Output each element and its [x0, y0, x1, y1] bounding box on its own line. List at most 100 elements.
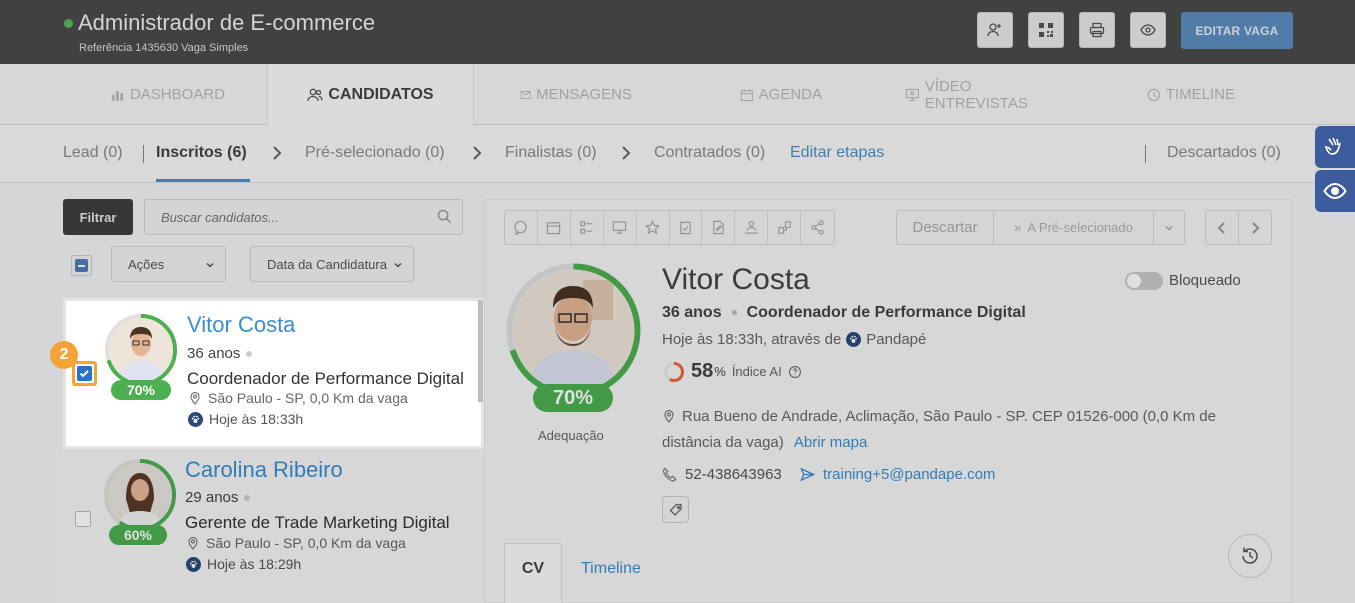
filter-button[interactable]: Filtrar	[63, 199, 133, 235]
candidate-date: Hoje às 18:33h	[188, 411, 303, 427]
detail-candidate-name: Vitor Costa	[662, 263, 810, 296]
help-icon[interactable]	[788, 365, 802, 379]
send-icon	[800, 467, 815, 482]
match-badge: 70%	[111, 380, 171, 400]
blocked-label: Bloqueado	[1169, 272, 1241, 289]
stage-descartados[interactable]: Descartados (0)	[1167, 144, 1281, 162]
edit-stages-link[interactable]: Editar etapas	[790, 144, 884, 162]
video-interview-button[interactable]	[604, 211, 637, 244]
form-button[interactable]	[571, 211, 604, 244]
detail-email[interactable]: training+5@pandape.com	[800, 466, 995, 483]
dot-separator	[246, 351, 253, 358]
edit-job-button[interactable]: EDITAR VAGA	[1181, 12, 1293, 49]
accessibility-view-button[interactable]	[1315, 170, 1355, 212]
blocked-toggle[interactable]	[1125, 272, 1163, 290]
status-dot	[64, 19, 73, 28]
stage-pre-selecionado[interactable]: Pré-selecionado (0)	[305, 144, 445, 162]
chevron-right-icon	[622, 146, 631, 160]
detail-meta: 36 anos Coordenador de Performance Digita…	[662, 304, 1026, 322]
print-button[interactable]	[1079, 12, 1115, 48]
candidate-role: Coordenador de Performance Digital	[187, 369, 464, 388]
tab-timeline[interactable]: TIMELINE	[1147, 64, 1235, 125]
qr-code-button[interactable]	[1028, 12, 1064, 48]
pandape-icon	[846, 332, 862, 347]
candidate-checkbox-highlight[interactable]	[72, 361, 97, 386]
stage-finalistas[interactable]: Finalistas (0)	[505, 144, 597, 162]
schedule-button[interactable]	[538, 211, 571, 244]
candidate-name[interactable]: Vitor Costa	[187, 312, 295, 338]
share-button[interactable]	[801, 211, 834, 244]
tab-label: DASHBOARD	[129, 86, 225, 103]
people-icon	[745, 220, 758, 234]
stage-lead[interactable]: Lead (0)	[63, 144, 123, 162]
actions-dropdown[interactable]: Ações	[111, 246, 226, 282]
favorite-button[interactable]	[637, 211, 670, 244]
share-icon	[811, 220, 824, 235]
calendar-icon	[740, 88, 753, 101]
map-pin-icon	[664, 409, 674, 423]
interview-button[interactable]	[735, 211, 769, 244]
evaluation-button[interactable]	[702, 211, 736, 244]
video-icon	[905, 88, 919, 101]
date-text: Hoje às 18:33h	[209, 411, 304, 427]
detail-role: Coordenador de Performance Digital	[746, 304, 1026, 321]
select-all-checkbox[interactable]	[71, 255, 92, 276]
detail-age: 36 anos	[662, 304, 722, 321]
detail-address: Rua Bueno de Andrade, Aclimação, São Pau…	[662, 404, 1272, 456]
stage-inscritos[interactable]: Inscritos (6)	[156, 144, 247, 162]
search-input[interactable]	[144, 199, 463, 235]
tab-label: MENSAGENS	[536, 86, 632, 103]
list-scrollbar[interactable]	[478, 300, 483, 402]
add-tag-button[interactable]	[662, 496, 689, 523]
comment-icon	[514, 220, 528, 235]
document-edit-icon	[713, 220, 724, 235]
search-icon	[437, 209, 452, 224]
applied-text: Hoje às 18:33h, através de	[662, 331, 842, 348]
previous-candidate-button[interactable]	[1205, 210, 1239, 245]
video-icon	[612, 221, 627, 234]
discard-button[interactable]: Descartar	[896, 210, 994, 245]
candidate-location: São Paulo - SP, 0,0 Km da vaga	[186, 535, 406, 551]
transfer-button[interactable]	[768, 211, 802, 244]
candidate-checkbox[interactable]	[75, 511, 91, 527]
detail-application-source: Hoje às 18:33h, através de Pandapé	[662, 331, 926, 348]
chevron-right-icon	[273, 146, 282, 160]
sort-label: Data da Candidatura	[267, 256, 387, 272]
next-candidate-button[interactable]	[1238, 210, 1272, 245]
checklist-button[interactable]	[670, 211, 703, 244]
move-label: A Pré-selecionado	[1027, 220, 1133, 235]
form-icon	[580, 221, 593, 234]
move-to-pre-selected-button[interactable]: » A Pré-selecionado	[994, 210, 1154, 245]
bar-chart-icon	[111, 90, 124, 101]
candidate-toolbar	[504, 210, 835, 245]
stage-contratados[interactable]: Contratados (0)	[654, 144, 765, 162]
tab-timeline-detail[interactable]: Timeline	[581, 560, 641, 578]
chevron-left-icon	[1217, 221, 1225, 234]
tab-video-entrevistas[interactable]: VÍDEO ENTREVISTAS	[905, 64, 1067, 125]
avatar	[108, 463, 172, 527]
actions-label: Ações	[128, 256, 165, 272]
candidate-name[interactable]: Carolina Ribeiro	[185, 457, 343, 483]
history-button[interactable]	[1228, 534, 1272, 578]
qr-code-icon	[1039, 23, 1053, 37]
tab-cv[interactable]: CV	[504, 543, 562, 603]
tab-agenda[interactable]: AGENDA	[740, 64, 822, 125]
user-plus-icon	[987, 23, 1001, 37]
preview-button[interactable]	[1130, 12, 1166, 48]
minus-icon	[75, 259, 88, 272]
comment-button[interactable]	[505, 211, 538, 244]
date-text: Hoje às 18:29h	[207, 556, 302, 572]
sign-language-button[interactable]	[1315, 126, 1355, 168]
tab-dashboard[interactable]: DASHBOARD	[110, 64, 225, 125]
add-candidate-button[interactable]	[977, 12, 1013, 48]
double-chevron-icon: »	[1014, 220, 1022, 235]
tab-candidatos[interactable]: CANDIDATOS	[267, 64, 474, 126]
avatar	[109, 318, 173, 382]
open-map-link[interactable]: Abrir mapa	[794, 434, 867, 451]
move-dropdown-toggle[interactable]	[1154, 210, 1185, 245]
source-text: Pandapé	[866, 331, 927, 348]
tab-mensagens[interactable]: MENSAGENS	[520, 64, 632, 125]
sort-dropdown[interactable]: Data da Candidatura	[250, 246, 414, 282]
candidate-age: 29 anos	[185, 489, 251, 506]
chevron-right-icon	[473, 146, 482, 160]
